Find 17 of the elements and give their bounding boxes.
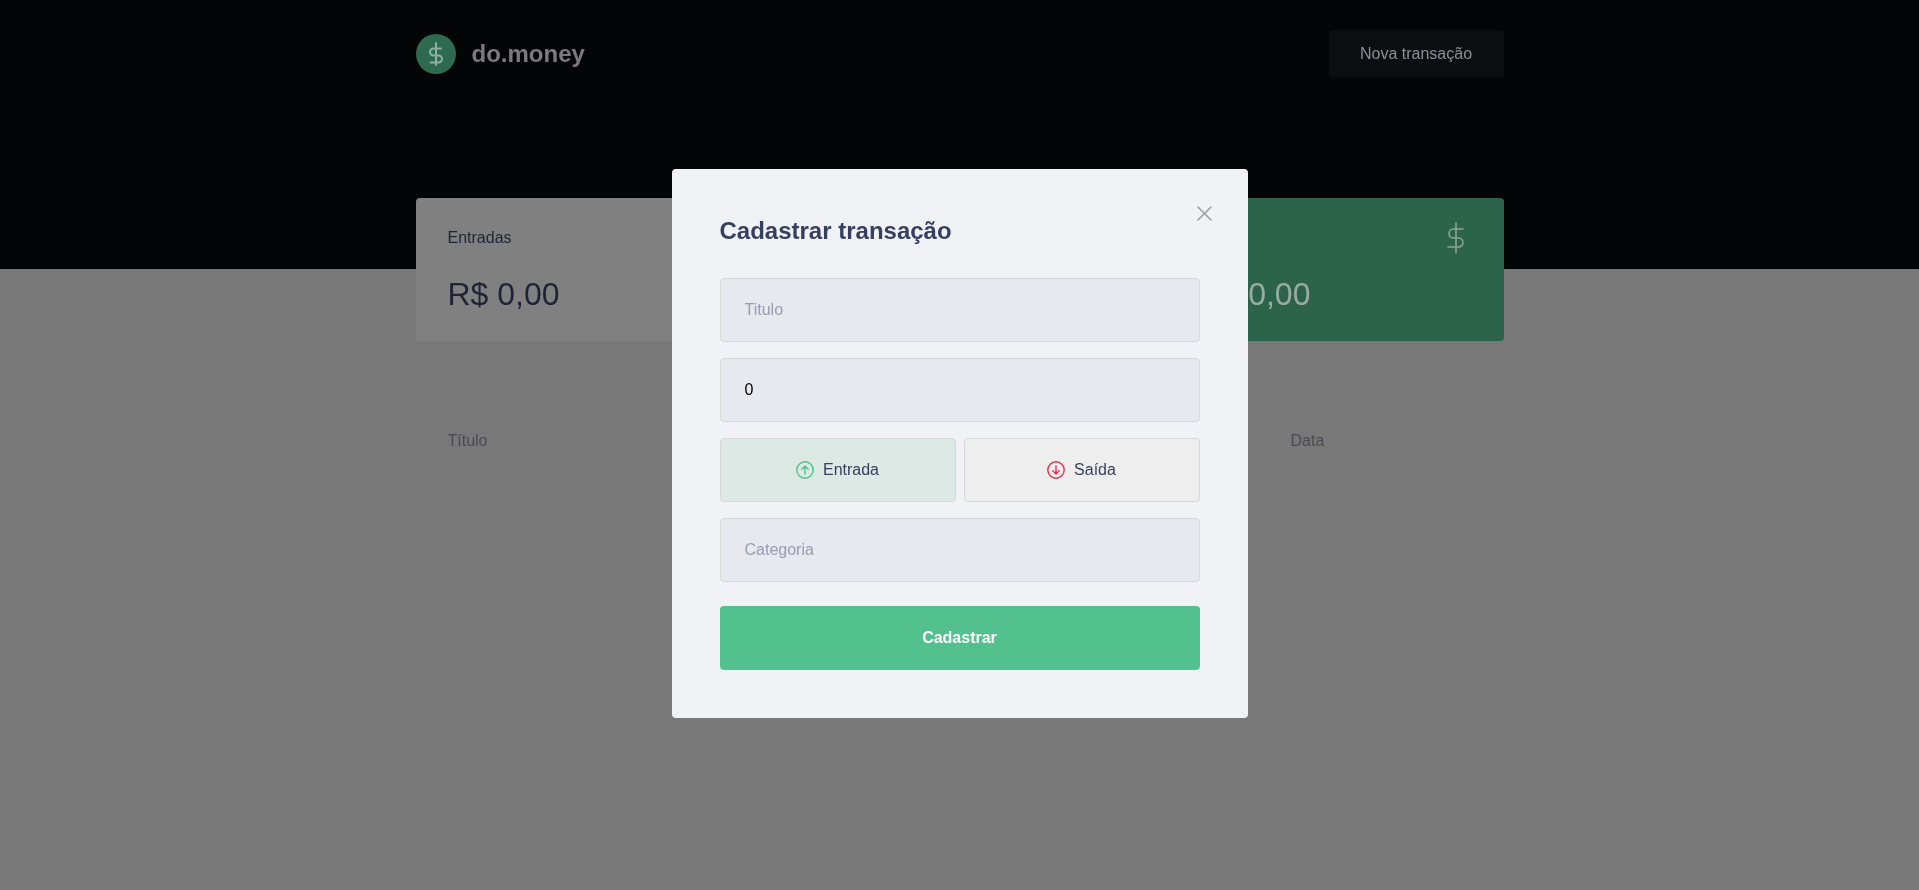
title-input[interactable]: Titulo <box>719 277 1200 342</box>
brand-name: do.money <box>471 39 585 68</box>
category-input[interactable]: Categoria <box>719 517 1200 582</box>
close-icon <box>1196 206 1212 221</box>
modal-title: Cadastrar transação <box>719 217 953 246</box>
transaction-type-button[interactable]: Entrada <box>719 437 956 502</box>
card-label: Entradas <box>447 228 512 248</box>
dollar-icon <box>1445 222 1466 254</box>
card-value: 0,00 <box>1248 276 1311 313</box>
logo-icon <box>415 33 456 74</box>
arrow-up-circle-icon <box>795 460 814 479</box>
amount-input[interactable]: 0 <box>719 357 1200 422</box>
arrow-down-circle-icon <box>1047 460 1066 479</box>
transaction-type-button[interactable]: Saída <box>963 437 1200 502</box>
new-transaction-button[interactable]: Nova transação <box>1328 30 1504 77</box>
close-button[interactable] <box>1196 206 1212 221</box>
card-value: R$ 0,00 <box>447 276 560 313</box>
